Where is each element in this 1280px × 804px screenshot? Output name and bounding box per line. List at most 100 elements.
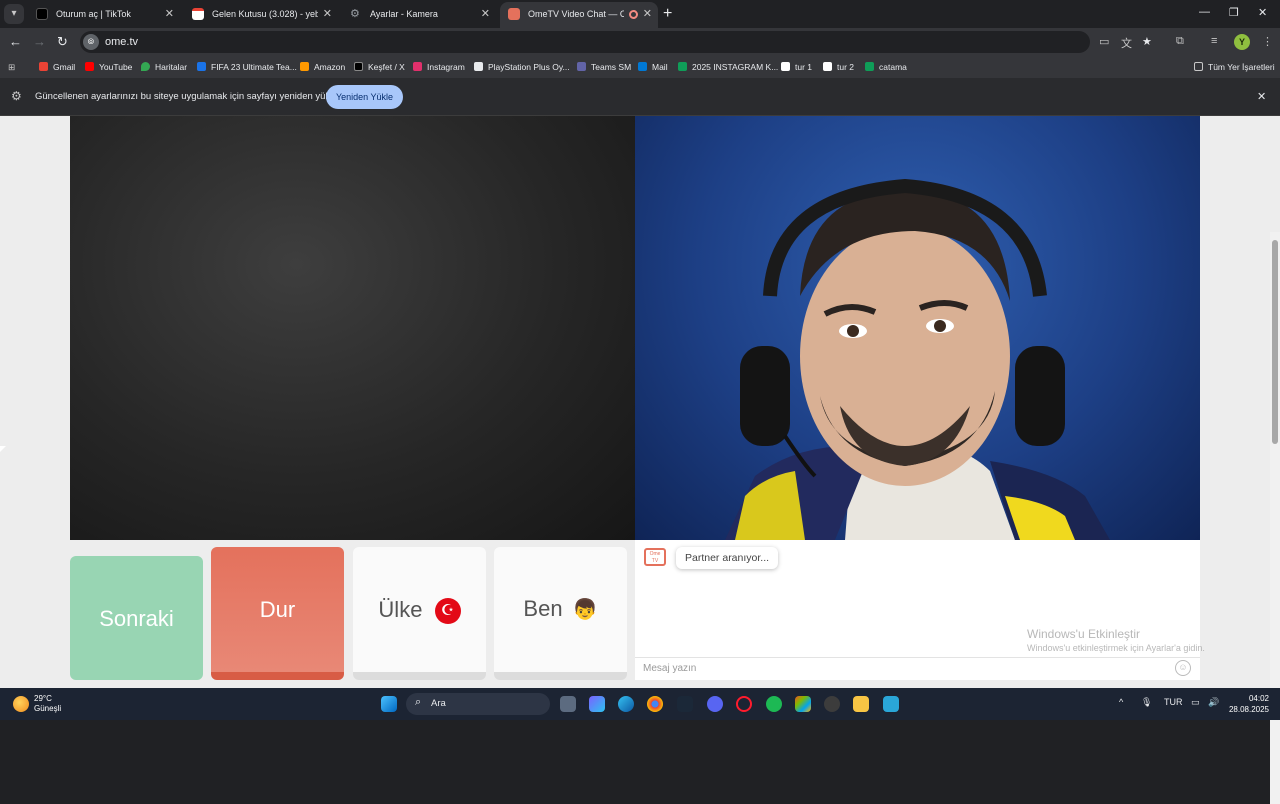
bookmark-playstation[interactable]: PlayStation Plus Oy...	[474, 60, 570, 74]
file-explorer-icon[interactable]	[853, 696, 869, 712]
edge-icon[interactable]	[618, 696, 634, 712]
bookmark-fifa[interactable]: FIFA 23 Ultimate Tea...	[197, 60, 297, 74]
bookmark-teams[interactable]: Teams SM	[577, 60, 631, 74]
weather-sun-icon[interactable]	[13, 696, 29, 712]
extensions-icon[interactable]: ⧉	[1176, 35, 1184, 48]
microphone-icon[interactable]: 🎙	[1141, 697, 1152, 708]
tab-ometv[interactable]: OmeTV Video Chat — Ome ✕	[500, 2, 658, 28]
menu-kebab-icon[interactable]: ⋮	[1262, 35, 1273, 48]
new-tab-icon[interactable]: +	[663, 4, 672, 24]
emoji-icon[interactable]: ☺	[1175, 660, 1191, 676]
close-tab-icon[interactable]: ✕	[165, 2, 174, 26]
close-tab-icon[interactable]: ✕	[643, 2, 652, 26]
bookmark-mail[interactable]: Mail	[638, 60, 668, 74]
reload-icon[interactable]: ↻	[57, 34, 68, 50]
weather-condition: Güneşli	[34, 704, 62, 713]
network-icon[interactable]: ▭	[1191, 697, 1200, 708]
message-input[interactable]	[635, 657, 1200, 679]
cast-icon[interactable]: ▭	[1099, 35, 1109, 48]
media-control-icon[interactable]: ≡	[1211, 35, 1217, 47]
task-view-icon[interactable]	[560, 696, 576, 712]
bookmark-label: 2025 INSTAGRAM K...	[692, 62, 779, 72]
bookmark-star-icon[interactable]: ★	[1142, 35, 1152, 48]
amazon-icon	[300, 62, 309, 71]
bookmark-gmail[interactable]: Gmail	[39, 60, 75, 74]
copilot-icon[interactable]	[589, 696, 605, 712]
boy-emoji-icon: 👦	[572, 599, 598, 621]
bookmark-label: YouTube	[99, 62, 133, 72]
bookmark-x[interactable]: Keşfet / X	[354, 60, 405, 74]
all-bookmarks[interactable]: Tüm Yer İşaretleri	[1194, 60, 1275, 74]
site-info-icon[interactable]: ⦾	[83, 34, 99, 50]
bookmark-catama[interactable]: catama	[865, 60, 907, 74]
tab-search-dropdown-icon[interactable]: ▾	[4, 4, 24, 24]
scrollbar-thumb[interactable]	[1272, 240, 1278, 444]
keyboard-language[interactable]: TUR	[1164, 697, 1183, 707]
bookmarks-bar: ⊞ Gmail YouTube Haritalar FIFA 23 Ultima…	[0, 56, 1280, 78]
show-hidden-icons-icon[interactable]: ^	[1119, 697, 1123, 707]
tab-tiktok[interactable]: Oturum aç | TikTok ✕	[28, 2, 180, 28]
back-icon[interactable]: ←	[9, 34, 22, 50]
forward-icon[interactable]: →	[33, 34, 46, 50]
address-bar[interactable]: ⦾ ome.tv	[80, 31, 1090, 53]
ometv-icon	[508, 8, 520, 20]
country-button[interactable]: Ülke ☪	[353, 547, 486, 680]
microsoft-store-icon[interactable]	[795, 696, 811, 712]
discord-icon[interactable]	[707, 696, 723, 712]
sheets-icon	[865, 62, 874, 71]
tab-bar: ▾ Oturum aç | TikTok ✕ Gelen Kutusu (3.0…	[0, 0, 1280, 28]
apps-grid-icon[interactable]: ⊞	[8, 60, 15, 74]
activation-watermark-title: Windows'u Etkinleştir	[1027, 627, 1140, 641]
close-tab-icon[interactable]: ✕	[323, 2, 332, 26]
playstation-icon	[474, 62, 483, 71]
bookmark-label: Haritalar	[155, 62, 188, 72]
me-button[interactable]: Ben 👦	[494, 547, 627, 680]
chatgpt-icon[interactable]	[824, 696, 840, 712]
tab-settings-camera[interactable]: ⚙ Ayarlar - Kamera ✕	[342, 2, 496, 28]
bookmark-instagram-k[interactable]: 2025 INSTAGRAM K...	[678, 60, 778, 74]
ometv-logo-icon: Ome TV	[644, 548, 666, 566]
bookmark-maps[interactable]: Haritalar	[141, 60, 187, 74]
close-tab-icon[interactable]: ✕	[481, 2, 490, 26]
opera-icon[interactable]	[736, 696, 752, 712]
bookmark-amazon[interactable]: Amazon	[300, 60, 345, 74]
close-infobar-icon[interactable]: ✕	[1257, 90, 1266, 103]
minimize-icon[interactable]: —	[1199, 6, 1210, 18]
settings-gear-icon: ⚙	[350, 8, 360, 20]
teams-icon	[577, 62, 586, 71]
page-icon	[781, 62, 790, 71]
chrome-icon[interactable]	[647, 696, 663, 712]
bookmark-tur-1[interactable]: tur 1	[781, 60, 812, 74]
ometv-page: Sonraki Dur Ülke ☪ Ben 👦 Ome TV Partner …	[0, 116, 1280, 804]
windows-start-icon[interactable]	[381, 696, 397, 712]
partner-video	[635, 116, 1200, 540]
bookmark-tur-2[interactable]: tur 2	[823, 60, 854, 74]
bookmark-label: Instagram	[427, 62, 465, 72]
bookmark-label: Gmail	[53, 62, 76, 72]
volume-icon[interactable]: 🔊	[1208, 697, 1219, 708]
stop-button[interactable]: Dur	[211, 547, 344, 680]
settings-gear-icon: ⚙	[11, 89, 22, 103]
system-clock[interactable]: 04:02 28.08.2025	[1223, 693, 1269, 715]
steam-icon[interactable]	[677, 696, 693, 712]
profile-avatar[interactable]: Y	[1234, 34, 1250, 50]
restore-icon[interactable]: ❐	[1229, 6, 1239, 19]
bookmark-label: FIFA 23 Ultimate Tea...	[211, 62, 297, 72]
address-url[interactable]: ome.tv	[105, 31, 138, 53]
bookmark-youtube[interactable]: YouTube	[85, 60, 132, 74]
tab-title: Ayarlar - Kamera	[370, 9, 438, 19]
spotify-icon[interactable]	[766, 696, 782, 712]
tab-gmail[interactable]: Gelen Kutusu (3.028) - yeb1907 ✕	[184, 2, 338, 28]
windows-taskbar: 29°C Güneşli ⌕ Ara ^ 🎙 TUR ▭ 🔊 04:02 28.…	[0, 688, 1280, 720]
reload-page-button[interactable]: Yeniden Yükle	[326, 85, 403, 109]
taskbar-search[interactable]: ⌕ Ara	[406, 693, 550, 715]
search-label: Ara	[431, 698, 446, 709]
translate-icon[interactable]: 文	[1121, 35, 1132, 51]
weather-widget[interactable]: 29°C Güneşli	[34, 694, 61, 714]
partner-person-image	[725, 178, 1110, 540]
next-button[interactable]: Sonraki	[70, 556, 203, 680]
gmail-icon	[192, 8, 204, 20]
bookmark-instagram[interactable]: Instagram	[413, 60, 465, 74]
close-window-icon[interactable]: ✕	[1258, 6, 1267, 19]
app-icon[interactable]	[883, 696, 899, 712]
